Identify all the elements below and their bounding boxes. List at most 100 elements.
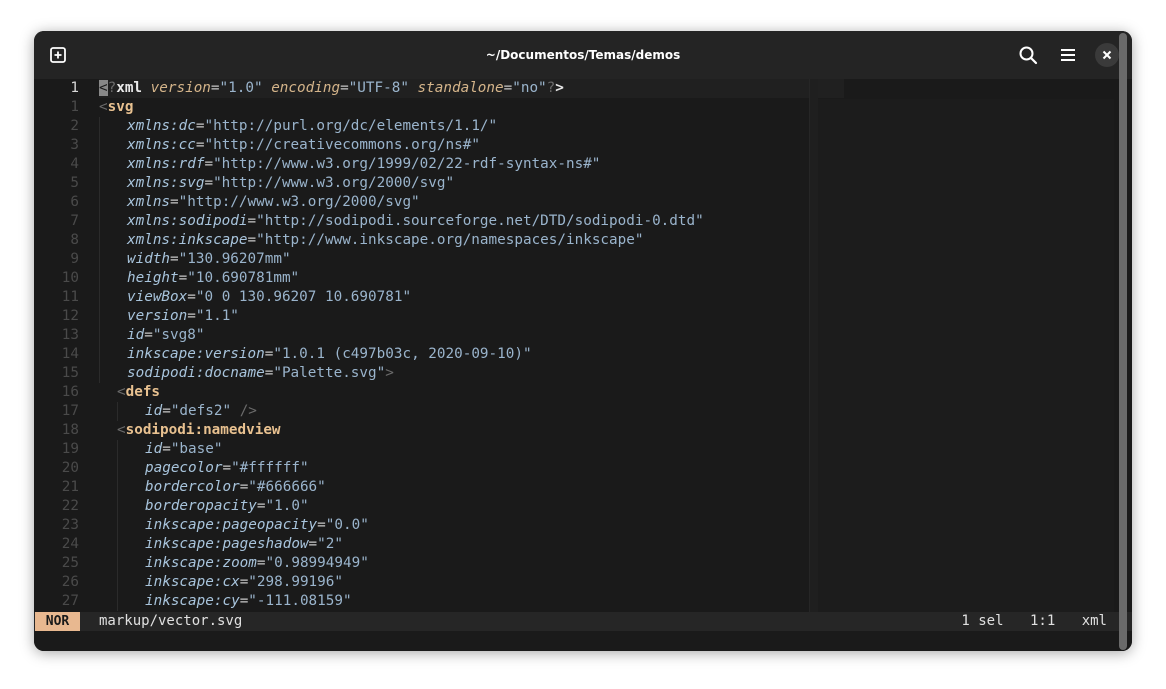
code-line[interactable]: xmlns:sodipodi="http://sodipodi.sourcefo… — [99, 212, 844, 231]
code-line[interactable]: width="130.96207mm" — [99, 250, 844, 269]
code-token: "298.99196" — [248, 574, 343, 590]
code-token: version — [150, 80, 211, 96]
code-token: "#ffffff" — [231, 460, 309, 476]
indent-guide — [99, 345, 127, 364]
search-button[interactable] — [1016, 43, 1040, 67]
code-token: "Palette.svg" — [273, 365, 386, 381]
selection-count: 1 sel — [961, 613, 1004, 629]
code-line[interactable]: xmlns:svg="http://www.w3.org/2000/svg" — [99, 174, 844, 193]
line-number: 5 — [70, 175, 79, 191]
code-token: "1.0" — [219, 80, 263, 96]
indent-guide — [99, 231, 127, 250]
code-line[interactable]: xmlns:cc="http://creativecommons.org/ns#… — [99, 136, 844, 155]
close-button[interactable] — [1095, 43, 1119, 67]
code-token: "no" — [512, 80, 547, 96]
code-line[interactable]: xmlns:inkscape="http://www.inkscape.org/… — [99, 231, 844, 250]
code-token: xmlns:rdf — [127, 156, 205, 172]
code-token: id — [127, 327, 145, 343]
indent-guide — [117, 535, 145, 554]
line-number-gutter: 1 1 2 3 4 5 6 7 8 9 10 11 12 13 14 15 16 17 18 19 20 21 22 23 24… — [34, 79, 92, 613]
code-line[interactable]: xmlns="http://www.w3.org/2000/svg" — [99, 193, 844, 212]
line-number: 10 — [61, 270, 79, 286]
code-line[interactable]: <svg — [99, 98, 844, 117]
code-line[interactable]: inkscape:zoom="0.98994949" — [99, 554, 844, 573]
code-line[interactable]: sodipodi:docname="Palette.svg"> — [99, 364, 844, 383]
code-token: "1.0" — [265, 498, 309, 514]
code-token: = — [340, 80, 349, 96]
code-line[interactable]: id="base" — [99, 440, 844, 459]
code-area[interactable]: <?xml version="1.0" encoding="UTF-8" sta… — [99, 79, 844, 613]
code-token: = — [239, 574, 249, 590]
code-token: xmlns:inkscape — [127, 232, 248, 248]
terminal-window: ~/Documentos/Temas/demos 1 1 2 3 4 5 6 7 8 9 10 11 1… — [34, 31, 1132, 651]
indent-guide — [117, 478, 145, 497]
line-number: 21 — [61, 479, 79, 495]
code-line[interactable]: xmlns:dc="http://purl.org/dc/elements/1.… — [99, 117, 844, 136]
code-line[interactable]: bordercolor="#666666" — [99, 478, 844, 497]
code-token: = — [204, 175, 214, 191]
code-token: "10.690781mm" — [187, 270, 300, 286]
code-token: viewBox — [127, 289, 188, 305]
code-token: "0.0" — [325, 517, 369, 533]
code-token: svg — [107, 99, 134, 115]
code-token: < — [117, 422, 126, 438]
indent-guide — [117, 573, 145, 592]
indent-guide — [99, 212, 127, 231]
code-line[interactable]: inkscape:cy="-111.08159" — [99, 592, 844, 611]
code-line[interactable]: inkscape:cx="298.99196" — [99, 573, 844, 592]
code-line[interactable]: id="svg8" — [99, 326, 844, 345]
code-line[interactable]: borderopacity="1.0" — [99, 497, 844, 516]
code-token: xmlns:sodipodi — [127, 213, 248, 229]
code-token: = — [210, 80, 220, 96]
line-number: 19 — [61, 441, 79, 457]
code-token: = — [256, 498, 266, 514]
menu-button[interactable] — [1056, 43, 1080, 67]
code-token: standalone — [417, 80, 504, 96]
close-icon — [1102, 50, 1112, 60]
scrollbar[interactable] — [1119, 33, 1127, 650]
code-line[interactable]: pagecolor="#ffffff" — [99, 459, 844, 478]
editor-pane[interactable]: 1 1 2 3 4 5 6 7 8 9 10 11 12 13 14 15 16 17 18 19 20 21 22 23 24… — [34, 79, 1132, 613]
code-line[interactable]: inkscape:pageshadow="2" — [99, 535, 844, 554]
code-line[interactable]: id="defs2" /> — [99, 402, 844, 421]
editor-sidebar-panel — [818, 99, 1114, 613]
language-indicator: xml — [1081, 613, 1107, 629]
line-number: 6 — [70, 194, 79, 210]
code-line[interactable]: viewBox="0 0 130.96207 10.690781" — [99, 288, 844, 307]
code-token: = — [308, 536, 318, 552]
code-line[interactable]: <defs — [99, 383, 844, 402]
line-number: 11 — [61, 289, 79, 305]
code-line[interactable]: <?xml version="1.0" encoding="UTF-8" sta… — [99, 79, 844, 98]
code-token: "0 0 130.96207 10.690781" — [195, 289, 412, 305]
code-token: encoding — [271, 80, 341, 96]
code-line[interactable]: inkscape:pageopacity="0.0" — [99, 516, 844, 535]
code-token: = — [239, 479, 249, 495]
code-line[interactable]: version="1.1" — [99, 307, 844, 326]
code-line[interactable]: height="10.690781mm" — [99, 269, 844, 288]
code-line[interactable]: <sodipodi:namedview — [99, 421, 844, 440]
code-token: = — [247, 232, 257, 248]
command-line[interactable] — [34, 631, 1132, 651]
code-token: inkscape:version — [127, 346, 265, 362]
indent-guide — [117, 402, 145, 421]
column-ruler — [809, 79, 818, 613]
indent-guide — [117, 592, 145, 611]
code-token: = — [162, 441, 171, 457]
indent-guide — [99, 269, 127, 288]
line-number: 1 — [70, 80, 79, 96]
code-token: "1.0.1 (c497b03c, 2020-09-10)" — [273, 346, 532, 362]
code-token: xmlns:svg — [127, 175, 205, 191]
code-token: "0.98994949" — [265, 555, 369, 571]
code-token: = — [204, 156, 214, 172]
code-line[interactable]: inkscape:version="1.0.1 (c497b03c, 2020-… — [99, 345, 844, 364]
code-token: = — [317, 517, 326, 533]
code-token: bordercolor — [145, 479, 240, 495]
code-line[interactable]: xmlns:rdf="http://www.w3.org/1999/02/22-… — [99, 155, 844, 174]
